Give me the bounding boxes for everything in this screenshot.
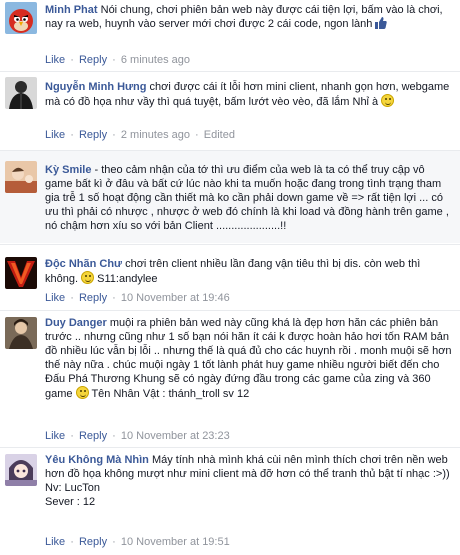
comment-author[interactable]: Duy Danger (45, 317, 107, 329)
comment-timestamp[interactable]: 10 November at 19:51 (121, 536, 230, 548)
comment-line: Nv: LucTon (45, 482, 101, 494)
comment-text: - theo cảm nhận của tớ thì ưu điểm của w… (45, 164, 449, 232)
comment-timestamp[interactable]: 6 minutes ago (121, 54, 190, 66)
comment-item: Minh Phat Nói chung, chơi phiên bản web … (0, 0, 460, 70)
smiley-emoji-icon (75, 386, 89, 399)
comment-actions: Like · Reply · 10 November at 19:51 (45, 536, 230, 548)
like-link[interactable]: Like (45, 129, 65, 141)
reply-link[interactable]: Reply (79, 292, 107, 304)
comment-item: Duy Danger muội ra phiên bản wed này cũn… (0, 311, 460, 446)
comment-signature: S11:andylee (97, 273, 158, 285)
comment-signature: Tên Nhân Vật : thánh_troll sv 12 (91, 388, 250, 400)
comment-author[interactable]: Độc Nhãn Chư (45, 258, 122, 270)
red-v-logo-avatar-icon[interactable] (5, 257, 37, 289)
like-link[interactable]: Like (45, 54, 65, 66)
comment-body: Minh Phat Nói chung, chơi phiên bản web … (45, 3, 454, 31)
comment-author[interactable]: Kỳ Smile (45, 164, 91, 176)
comment-body: Yêu Không Mà Nhìn Máy tính nhà mình khá … (45, 453, 454, 509)
comment-timestamp[interactable]: 10 November at 23:23 (121, 430, 230, 442)
comment-timestamp[interactable]: 10 November at 19:46 (121, 292, 230, 304)
dark-jacket-avatar-icon[interactable] (5, 77, 37, 109)
comment-body: Duy Danger muội ra phiên bản wed này cũn… (45, 316, 454, 401)
like-link[interactable]: Like (45, 292, 65, 304)
anime-avatar-icon[interactable] (5, 454, 37, 486)
comment-item: Nguyễn Minh Hưng chơi được cái ít lỗi hơ… (0, 72, 460, 149)
like-link[interactable]: Like (45, 536, 65, 548)
comment-author[interactable]: Nguyễn Minh Hưng (45, 81, 146, 93)
angry-bird-avatar-icon[interactable] (5, 2, 37, 34)
smiley-emoji-icon (381, 94, 395, 107)
comment-item: Yêu Không Mà Nhìn Máy tính nhà mình khá … (0, 448, 460, 555)
comment-actions: Like · Reply · 6 minutes ago (45, 54, 190, 66)
comment-author[interactable]: Minh Phat (45, 4, 98, 16)
game-character-avatar-icon[interactable] (5, 317, 37, 349)
reply-link[interactable]: Reply (79, 430, 107, 442)
like-link[interactable]: Like (45, 430, 65, 442)
comment-actions: Like · Reply · 10 November at 23:23 (45, 430, 230, 442)
reply-link[interactable]: Reply (79, 536, 107, 548)
comment-line: Sever : 12 (45, 496, 96, 508)
thumbs-up-icon (375, 17, 388, 29)
comment-author[interactable]: Yêu Không Mà Nhìn (45, 454, 149, 466)
comment-timestamp[interactable]: 2 minutes ago (121, 129, 190, 141)
reply-link[interactable]: Reply (79, 129, 107, 141)
comment-feed: Minh Phat Nói chung, chơi phiên bản web … (0, 0, 460, 555)
comment-body: Nguyễn Minh Hưng chơi được cái ít lỗi hơ… (45, 80, 454, 109)
comment-body: Độc Nhãn Chư chơi trên client nhiều lần … (45, 257, 454, 286)
photo-avatar-icon[interactable] (5, 161, 37, 193)
smiley-emoji-icon (81, 271, 95, 284)
comment-actions: Like · Reply · 10 November at 19:46 (45, 292, 230, 304)
reply-link[interactable]: Reply (79, 54, 107, 66)
edited-label[interactable]: Edited (204, 129, 235, 141)
comment-body: Kỳ Smile - theo cảm nhận của tớ thì ưu đ… (45, 163, 454, 233)
comment-item: Kỳ Smile - theo cảm nhận của tớ thì ưu đ… (0, 151, 460, 243)
comment-actions: Like · Reply · 2 minutes ago · Edited (45, 129, 235, 141)
comment-item: Độc Nhãn Chư chơi trên client nhiều lần … (0, 245, 460, 309)
